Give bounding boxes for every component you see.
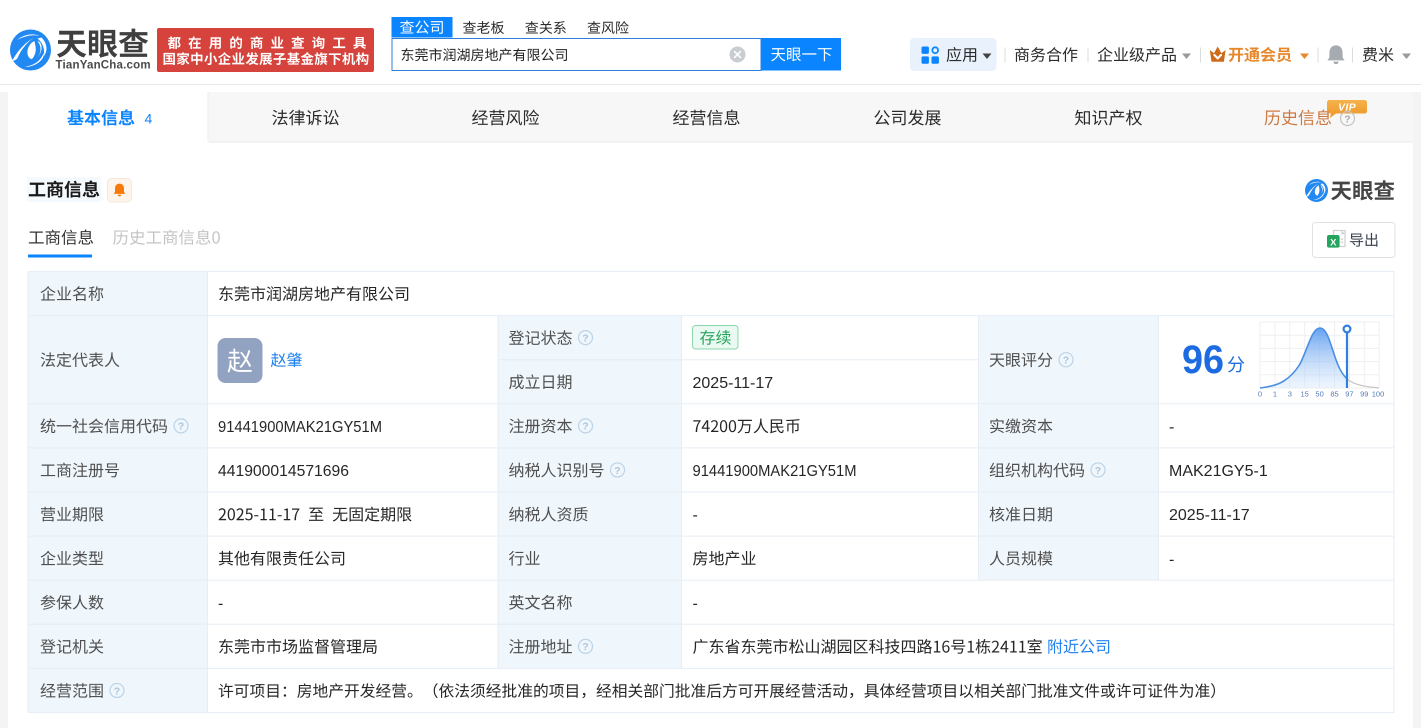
svg-text:?: ? — [582, 641, 588, 653]
svg-text:?: ? — [1095, 465, 1101, 477]
svg-text:0: 0 — [1258, 390, 1262, 399]
svg-text:4: 4 — [145, 111, 153, 127]
svg-text:?: ? — [1063, 355, 1069, 367]
svg-text:91441900MAK21GY51M: 91441900MAK21GY51M — [218, 419, 382, 436]
svg-text:-: - — [693, 595, 698, 612]
svg-text:99: 99 — [1360, 390, 1368, 399]
svg-text:-: - — [693, 507, 698, 524]
svg-text:1: 1 — [1273, 390, 1277, 399]
svg-text:?: ? — [178, 421, 184, 433]
svg-text:441900014571696: 441900014571696 — [218, 463, 349, 480]
svg-text:-: - — [1169, 419, 1174, 436]
svg-text:MAK21GY5-1: MAK21GY5-1 — [1169, 463, 1268, 480]
svg-text:-: - — [218, 595, 223, 612]
svg-text:15: 15 — [1301, 390, 1309, 399]
svg-text:?: ? — [614, 465, 620, 477]
svg-text:50: 50 — [1315, 390, 1323, 399]
svg-text:?: ? — [582, 332, 588, 344]
svg-text:100: 100 — [1372, 390, 1385, 399]
svg-text:TianYanCha.com: TianYanCha.com — [56, 60, 151, 72]
svg-text:85: 85 — [1330, 390, 1338, 399]
svg-text:96: 96 — [1182, 338, 1224, 382]
svg-text:X: X — [1330, 237, 1337, 248]
svg-text:?: ? — [582, 421, 588, 433]
svg-text:3: 3 — [1288, 390, 1292, 399]
svg-text:?: ? — [1344, 113, 1350, 125]
svg-text:91441900MAK21GY51M: 91441900MAK21GY51M — [693, 463, 857, 480]
svg-text:?: ? — [114, 685, 120, 697]
svg-text:97: 97 — [1345, 390, 1353, 399]
svg-text:-: - — [1169, 551, 1174, 568]
svg-text:2025-11-17: 2025-11-17 — [1169, 507, 1250, 524]
svg-text:2025-11-17: 2025-11-17 — [693, 375, 774, 392]
